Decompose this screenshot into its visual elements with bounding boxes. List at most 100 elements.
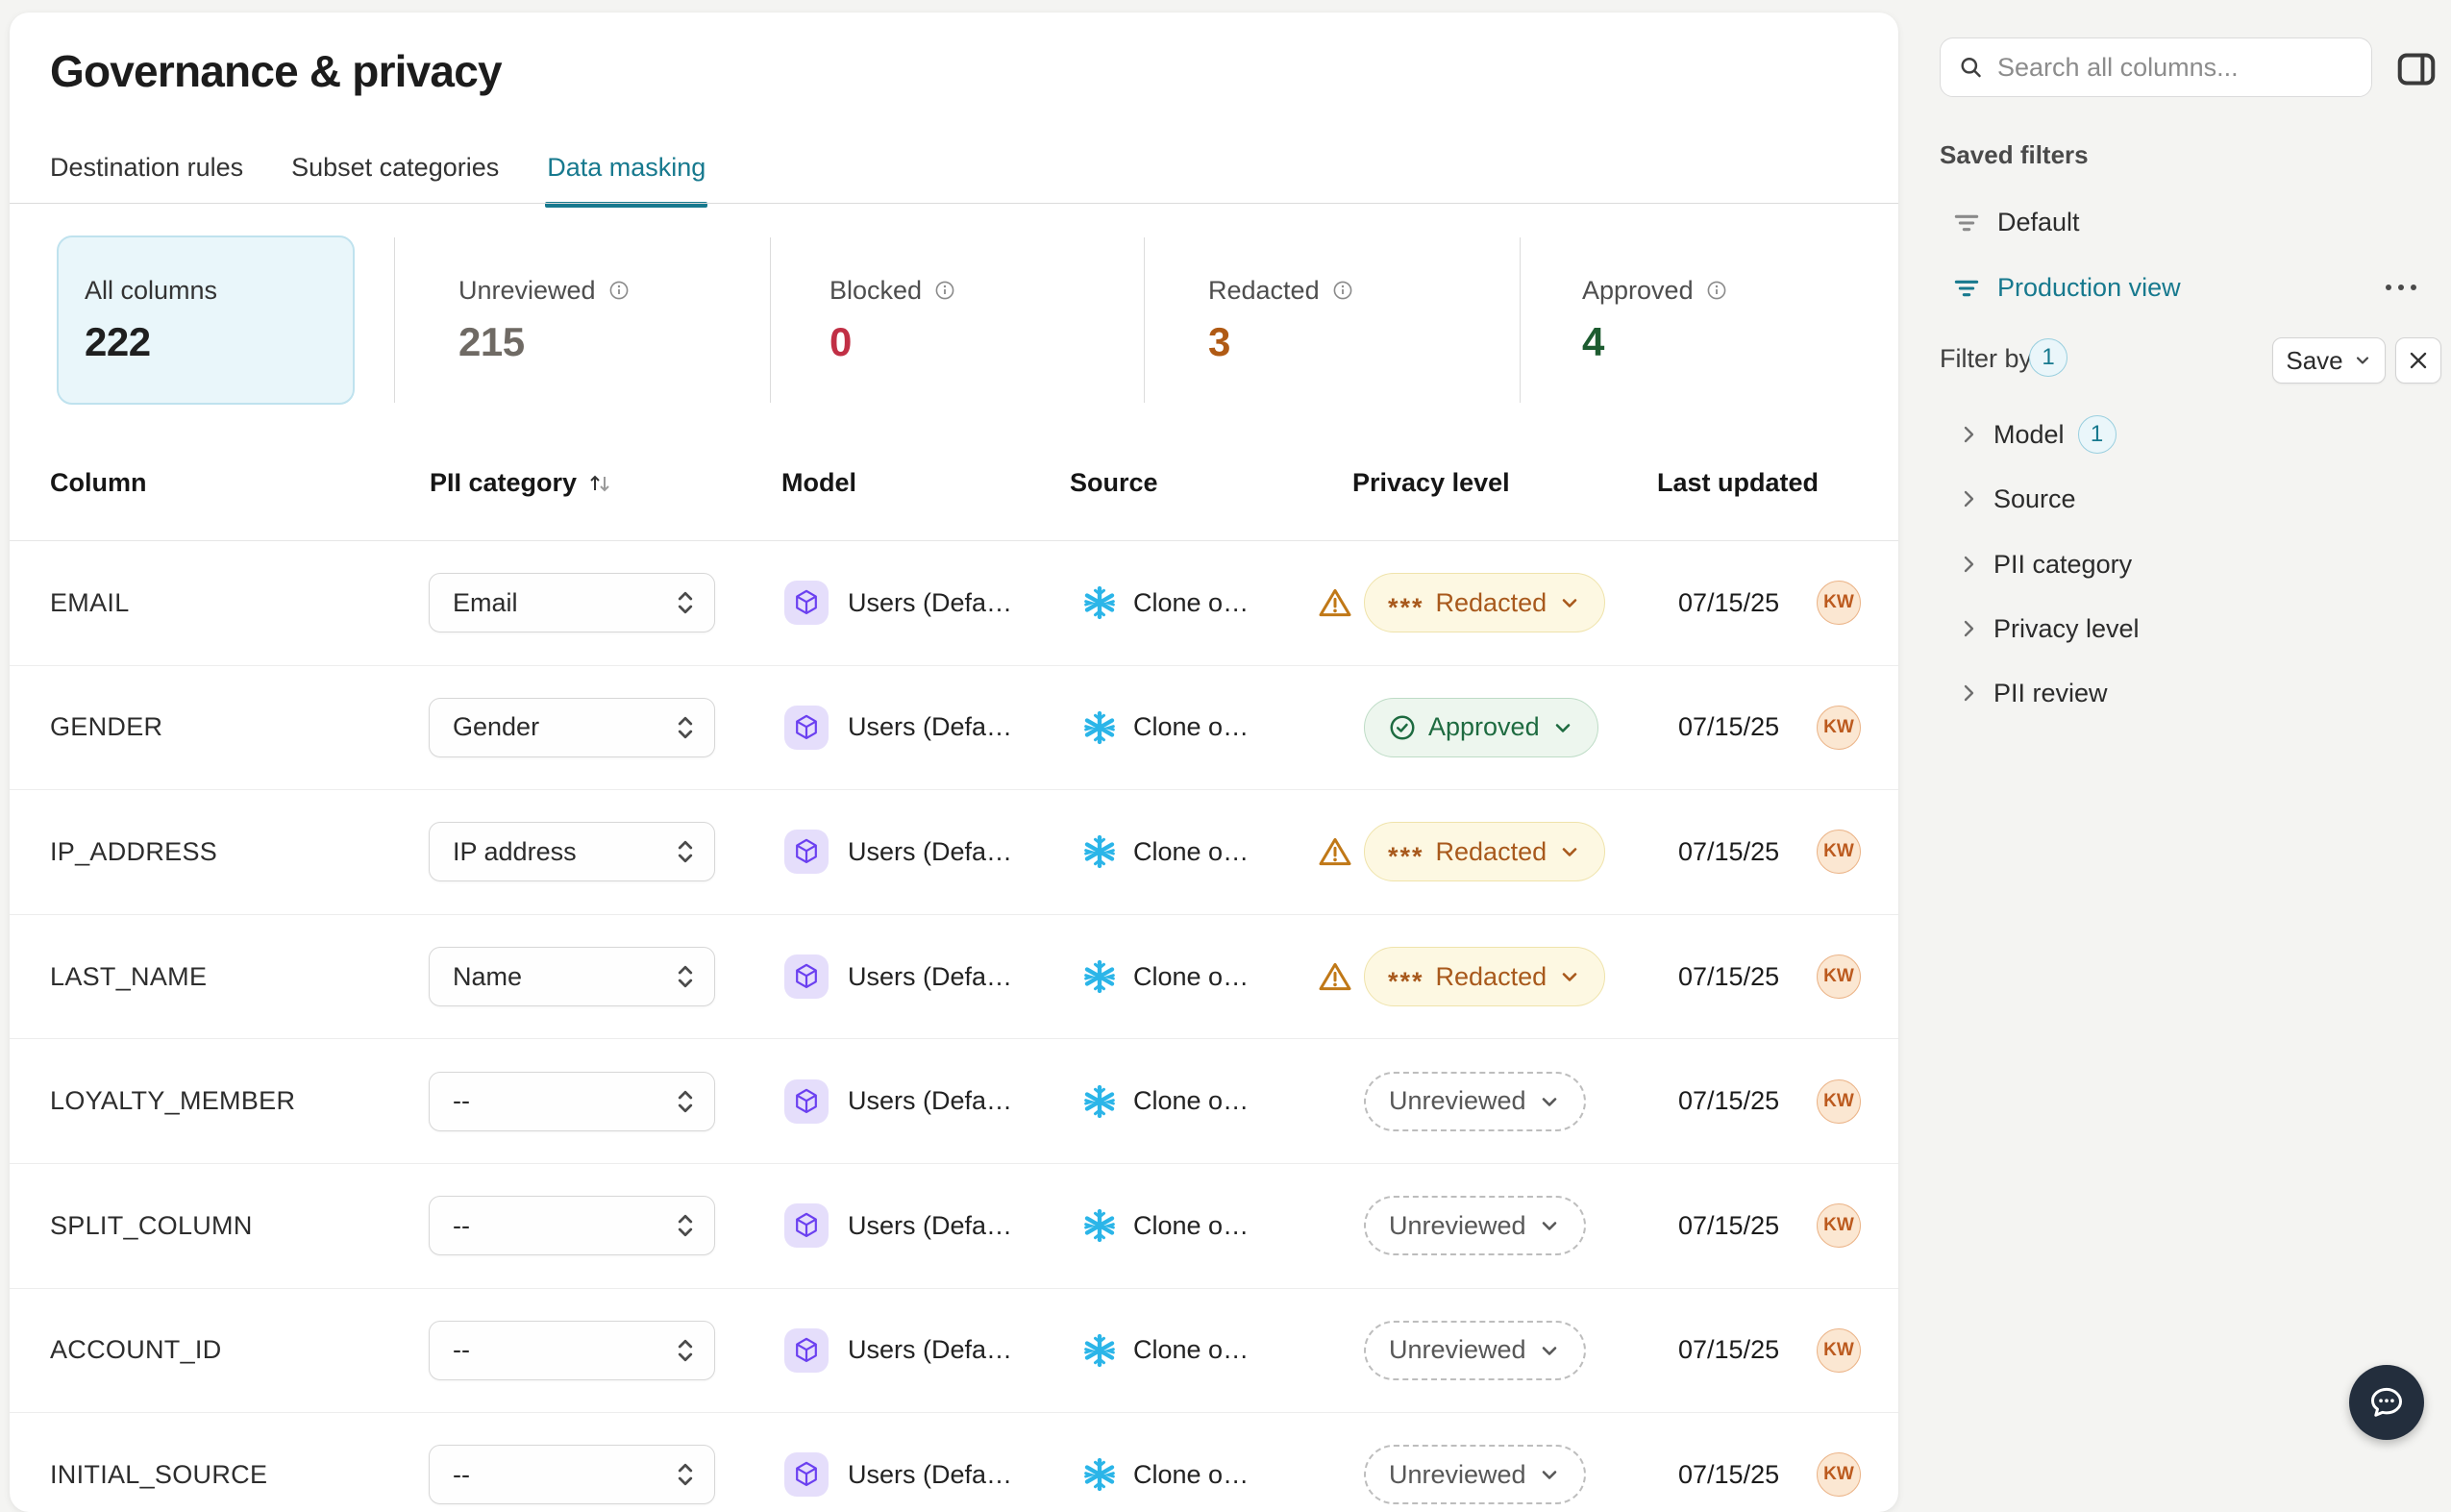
search-input[interactable]	[1997, 52, 2354, 83]
last-updated-date: 07/15/25	[1678, 1459, 1780, 1489]
filter-by-label: Filter by	[1940, 344, 2033, 373]
model-name: Users (Defa…	[848, 961, 1013, 991]
model-name: Users (Defa…	[848, 836, 1013, 866]
pii-category-value: --	[453, 1086, 470, 1116]
filter-group-badge: 1	[2077, 415, 2117, 454]
stat-value: 222	[85, 318, 151, 364]
tab-destination-rules[interactable]: Destination rules	[50, 153, 243, 208]
pii-category-select[interactable]: Email	[429, 573, 715, 633]
table-header: Column PII category Model Source Privacy…	[10, 468, 1898, 526]
filter-group-label: Model	[1993, 419, 2065, 449]
save-button[interactable]: Save	[2272, 337, 2386, 384]
more-options-icon[interactable]	[2386, 285, 2416, 290]
info-icon[interactable]	[1331, 279, 1354, 302]
stepper-chevrons-icon	[678, 1339, 693, 1362]
table-row: GENDER Gender Users (Defa… Clone o… Appr…	[10, 666, 1898, 791]
filter-group-pii-category[interactable]: PII category	[1957, 541, 2132, 587]
header-column: Column	[50, 468, 147, 497]
info-icon[interactable]	[933, 279, 956, 302]
stat-approved[interactable]: Approved 4	[1582, 235, 1728, 405]
chevron-right-icon	[1964, 490, 1974, 508]
pii-category-select[interactable]: --	[429, 1445, 715, 1505]
source-name: Clone o…	[1133, 1459, 1250, 1489]
stepper-chevrons-icon	[678, 716, 693, 739]
tab-data-masking[interactable]: Data masking	[545, 153, 708, 208]
stat-value: 215	[458, 318, 525, 364]
pii-category-select[interactable]: Name	[429, 947, 715, 1007]
filter-group-source[interactable]: Source	[1957, 476, 2076, 522]
filter-group-model[interactable]: Model 1	[1957, 411, 2117, 458]
model-name: Users (Defa…	[848, 1086, 1013, 1116]
close-filter-button[interactable]	[2395, 337, 2441, 384]
source-name: Clone o…	[1133, 1210, 1250, 1240]
privacy-level-select[interactable]: Unreviewed	[1364, 1196, 1586, 1256]
saved-filter-default[interactable]: Default	[1951, 208, 2080, 237]
privacy-level-select[interactable]: Approved	[1364, 697, 1598, 757]
chevron-down-icon	[1555, 724, 1570, 732]
saved-filters-heading: Saved filters	[1940, 140, 2089, 169]
header-source: Source	[1070, 468, 1158, 497]
stat-all-columns[interactable]: All columns 222	[57, 235, 355, 405]
chat-button[interactable]	[2349, 1365, 2424, 1440]
stat-unreviewed[interactable]: Unreviewed 215	[458, 235, 631, 405]
model-name: Users (Defa…	[848, 712, 1013, 742]
panel-toggle-icon[interactable]	[2395, 50, 2438, 88]
pii-category-select[interactable]: Gender	[429, 697, 715, 757]
model-icon	[784, 830, 829, 875]
model-name: Users (Defa…	[848, 1459, 1013, 1489]
stat-value: 3	[1208, 318, 1230, 364]
pii-category-select[interactable]: --	[429, 1196, 715, 1256]
model-name: Users (Defa…	[848, 1335, 1013, 1365]
pii-category-select[interactable]: --	[429, 1320, 715, 1380]
info-icon[interactable]	[607, 279, 631, 302]
tab-subset-categories[interactable]: Subset categories	[291, 153, 499, 208]
filter-group-privacy-level[interactable]: Privacy level	[1957, 606, 2140, 652]
sort-icon[interactable]	[586, 472, 613, 495]
pii-category-select[interactable]: IP address	[429, 822, 715, 882]
snowflake-icon	[1079, 1454, 1120, 1495]
privacy-level-select[interactable]: *** Redacted	[1364, 822, 1606, 882]
privacy-level-select[interactable]: Unreviewed	[1364, 1445, 1586, 1505]
stat-divider	[770, 237, 771, 403]
privacy-level-select[interactable]: Unreviewed	[1364, 1071, 1586, 1131]
stat-value: 0	[829, 318, 852, 364]
filter-group-label: Source	[1993, 483, 2076, 513]
warning-icon	[1317, 835, 1353, 868]
table-row: LAST_NAME Name Users (Defa… Clone o… ***…	[10, 915, 1898, 1040]
search-box[interactable]	[1940, 37, 2372, 97]
info-icon[interactable]	[1705, 279, 1728, 302]
privacy-level-select[interactable]: *** Redacted	[1364, 947, 1606, 1007]
redacted-stars: ***	[1388, 841, 1424, 871]
pii-category-value: Name	[453, 961, 523, 991]
header-pii-category: PII category	[430, 468, 613, 498]
last-updated-date: 07/15/25	[1678, 587, 1780, 617]
avatar: KW	[1817, 1203, 1861, 1249]
snowflake-icon	[1079, 707, 1120, 748]
privacy-level-value: Unreviewed	[1389, 1335, 1526, 1365]
chat-bubble-icon	[2370, 1387, 2403, 1417]
model-icon	[784, 1452, 829, 1498]
snowflake-icon	[1079, 831, 1120, 872]
privacy-level-value: Redacted	[1435, 961, 1547, 991]
column-name: LOYALTY_MEMBER	[50, 1086, 296, 1116]
model-icon	[784, 1078, 829, 1124]
privacy-level-select[interactable]: Unreviewed	[1364, 1320, 1586, 1380]
stepper-chevrons-icon	[678, 841, 693, 863]
chevron-down-icon	[1542, 1347, 1556, 1355]
stepper-chevrons-icon	[678, 1464, 693, 1486]
stat-divider	[394, 237, 395, 403]
table-row: EMAIL Email Users (Defa… Clone o… *** Re…	[10, 541, 1898, 666]
pii-category-select[interactable]: --	[429, 1071, 715, 1131]
privacy-level-select[interactable]: *** Redacted	[1364, 573, 1606, 633]
stats-band: All columns 222 Unreviewed 215 Blocked 0…	[10, 235, 1898, 405]
table-row: ACCOUNT_ID -- Users (Defa… Clone o… Unre…	[10, 1289, 1898, 1414]
warning-icon	[1317, 960, 1353, 993]
column-name: SPLIT_COLUMN	[50, 1210, 253, 1240]
stat-blocked[interactable]: Blocked 0	[829, 235, 956, 405]
column-name: ACCOUNT_ID	[50, 1335, 222, 1365]
chevron-down-icon	[2356, 357, 2368, 364]
stat-redacted[interactable]: Redacted 3	[1208, 235, 1354, 405]
filter-group-pii-review[interactable]: PII review	[1957, 670, 2108, 716]
saved-filter-production-view[interactable]: Production view	[1951, 273, 2181, 303]
chevron-right-icon	[1964, 620, 1974, 637]
